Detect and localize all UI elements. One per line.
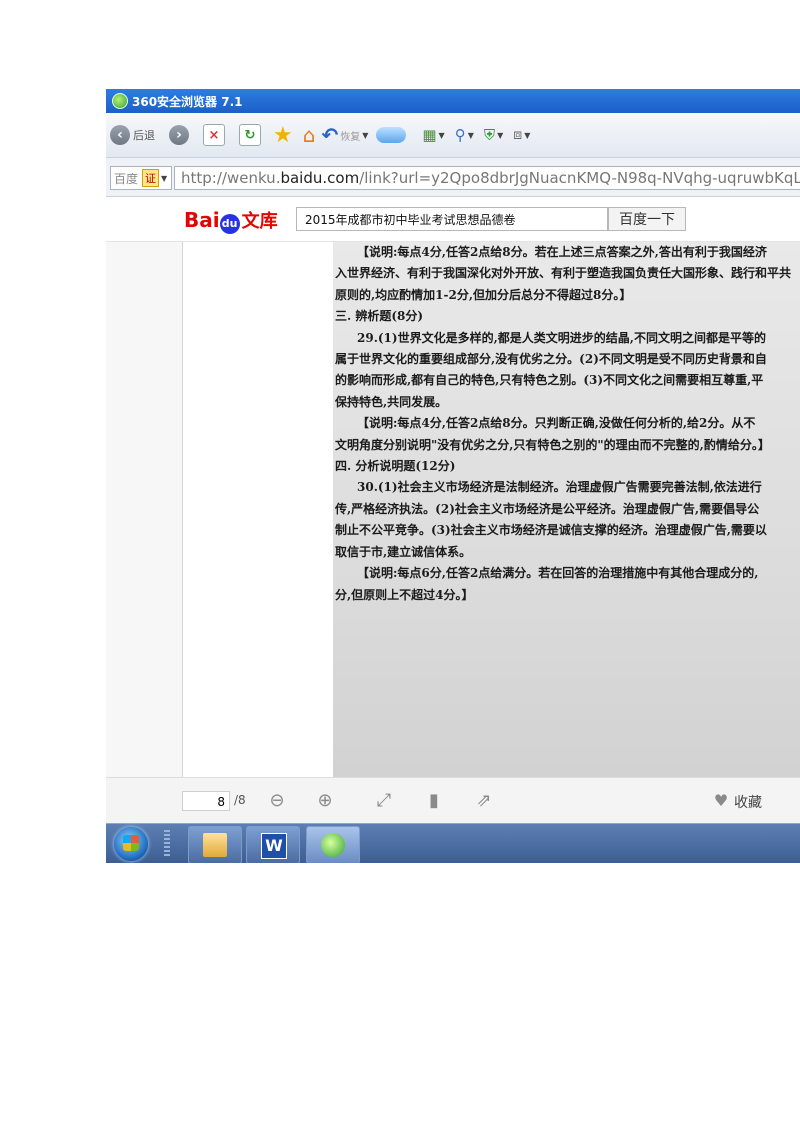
shield-icon: ⛨: [483, 126, 496, 144]
browser-screenshot: 360安全浏览器 7.1 ‹ 后退 › × ↻ ★ ⌂ ↶ 恢复 ▼ ▦ ▼ ⚲…: [106, 89, 800, 863]
back-label: 后退: [133, 129, 155, 142]
page-left-blank: [183, 242, 333, 777]
zoom-out-icon[interactable]: ⊖: [266, 790, 288, 812]
wenku-search-input[interactable]: 2015年成都市初中毕业考试思想品德卷: [296, 207, 608, 231]
start-button[interactable]: [114, 827, 148, 861]
browser-logo-icon: [112, 93, 128, 109]
taskbar-grip: [164, 830, 170, 858]
star-icon: ★: [273, 122, 293, 148]
document-line: 分,但原则上不超过4分。】: [335, 587, 474, 602]
page-number-input[interactable]: 8: [182, 791, 230, 811]
refresh-icon: ↻: [239, 124, 261, 146]
security-button[interactable]: ⛨ ▼: [484, 121, 503, 149]
browser-360-icon: [321, 833, 345, 857]
back-arrow-icon: ‹: [110, 125, 130, 145]
document-viewer: 【说明:每点4分,任答2点给8分。若在上述三点答案之外,答出有利于我国经济入世界…: [106, 242, 800, 777]
document-line: 四. 分析说明题(12分): [335, 459, 456, 474]
site-identity-dropdown-icon: ▼: [161, 173, 168, 183]
scanned-document-page: 【说明:每点4分,任答2点给8分。若在上述三点答案之外,答出有利于我国经济入世界…: [333, 242, 800, 777]
security-dropdown-icon: ▼: [497, 130, 504, 140]
url-input[interactable]: http://wenku.baidu.com/link?url=y2Qpo8db…: [174, 166, 800, 190]
zoom-in-icon[interactable]: ⊕: [314, 790, 336, 812]
taskbar-wps-writer[interactable]: W: [246, 826, 300, 863]
apps-button[interactable]: ▦ ▼: [422, 121, 444, 149]
browser-toolbar: ‹ 后退 › × ↻ ★ ⌂ ↶ 恢复 ▼ ▦ ▼ ⚲ ▼ ⛨ ▼ ⧈ ▼: [106, 113, 800, 158]
document-line: 制止不公平竞争。(3)社会主义市场经济是诚信支撑的经济。治理虚假广告,需要以: [335, 523, 767, 538]
search-icon: ⚲: [454, 126, 466, 144]
url-host: baidu.com: [280, 169, 360, 187]
address-bar: 百度 证 ▼ http://wenku.baidu.com/link?url=y…: [106, 158, 800, 197]
screenshot-dropdown-icon: ▼: [524, 130, 531, 140]
document-line: 【说明:每点6分,任答2点给满分。若在回答的治理措施中有其他合理成分的,: [357, 566, 759, 581]
document-line: 属于世界文化的重要组成部分,没有优劣之分。(2)不同文明是受不同历史背景和自: [335, 352, 767, 367]
document-line: 保持特色,共同发展。: [335, 394, 448, 409]
share-icon[interactable]: ⇗: [473, 790, 495, 812]
restore-dropdown-icon: ▼: [362, 130, 369, 140]
heart-icon[interactable]: ♥: [710, 790, 732, 812]
logo-bai: Bai: [184, 208, 220, 232]
bookmark-icon[interactable]: ▮: [423, 790, 445, 812]
document-line: 三. 辨析题(8分): [335, 309, 424, 324]
left-margin-pane: [106, 242, 183, 777]
baidu-wenku-header: Bai du 文库 2015年成都市初中毕业考试思想品德卷 百度一下: [106, 197, 800, 242]
document-line: 29.(1)世界文化是多样的,都是人类文明进步的结晶,不同文明之间都是平等的: [357, 330, 766, 345]
cloud-button[interactable]: [376, 121, 407, 149]
site-identity[interactable]: 百度 证 ▼: [110, 166, 172, 190]
folder-icon: [203, 833, 227, 857]
document-line: 30.(1)社会主义市场经济是法制经济。治理虚假广告需要完善法制,依法进行: [357, 480, 762, 495]
baidu-search-button[interactable]: 百度一下: [608, 207, 686, 231]
forward-button[interactable]: ›: [169, 121, 189, 149]
document-line: 的影响而形成,都有自己的特色,只有特色之别。(3)不同文化之间需要相互尊重,平: [335, 373, 764, 388]
document-line: 传,严格经济执法。(2)社会主义市场经济是公平经济。治理虚假广告,需要倡导公: [335, 501, 760, 516]
favorites-button[interactable]: ★: [273, 121, 293, 149]
viewer-toolbar: 8 /8 ⊖ ⊕ ⤢ ▮ ⇗ ♥ 收藏: [106, 777, 800, 824]
logo-du: du: [219, 214, 240, 234]
url-path: /link?url=y2Qpo8dbrJgNuacnKMQ-N98q-NVqhg…: [359, 169, 800, 187]
browser-title-bar: 360安全浏览器 7.1: [106, 89, 800, 113]
browser-title: 360安全浏览器 7.1: [132, 94, 243, 109]
document-line: 【说明:每点4分,任答2点给8分。只判断正确,没做任何分析的,给2分。从不: [357, 416, 756, 431]
stop-button[interactable]: ×: [203, 121, 225, 149]
page-total: /8: [234, 793, 246, 807]
undo-icon: ↶: [321, 123, 339, 147]
home-button[interactable]: ⌂: [303, 121, 316, 149]
apps-dropdown-icon: ▼: [438, 130, 445, 140]
taskbar-explorer[interactable]: [188, 826, 242, 863]
document-line: 入世界经济、有利于我国深化对外开放、有利于塑造我国负责任大国形象、践行和平共: [335, 266, 792, 281]
forward-arrow-icon: ›: [169, 125, 189, 145]
wps-writer-icon: W: [261, 833, 287, 859]
restore-label: 恢复: [340, 131, 361, 143]
document-line: 【说明:每点4分,任答2点给8分。若在上述三点答案之外,答出有利于我国经济: [357, 245, 767, 259]
stop-icon: ×: [203, 124, 225, 146]
document-line: 原则的,均应酌情加1-2分,但加分后总分不得超过8分。】: [335, 287, 632, 302]
baidu-wenku-logo[interactable]: Bai du 文库: [184, 207, 278, 234]
home-icon: ⌂: [302, 123, 316, 147]
document-line: 取信于市,建立诚信体系。: [335, 544, 472, 559]
url-prefix: http://wenku.: [181, 169, 281, 187]
search-tool-button[interactable]: ⚲ ▼: [455, 121, 474, 149]
restore-button[interactable]: ↶ 恢复 ▼: [321, 121, 368, 149]
logo-wenku: 文库: [241, 211, 278, 232]
windows-logo-icon: [123, 835, 139, 851]
document-line: 文明角度分别说明"没有优劣之分,只有特色之别的"的理由而不完整的,酌情给分。】: [335, 437, 770, 452]
screenshot-icon: ⧈: [513, 127, 523, 143]
fullscreen-icon[interactable]: ⤢: [373, 790, 395, 812]
collect-label[interactable]: 收藏: [734, 792, 762, 812]
windows-taskbar: W: [106, 823, 800, 863]
screenshot-button[interactable]: ⧈ ▼: [513, 121, 530, 149]
search-tool-dropdown-icon: ▼: [467, 130, 474, 140]
cloud-icon: [376, 127, 407, 143]
taskbar-360-browser[interactable]: [306, 826, 360, 863]
refresh-button[interactable]: ↻: [239, 121, 261, 149]
apps-grid-icon: ▦: [422, 126, 437, 144]
site-name: 百度: [114, 171, 139, 186]
certificate-badge[interactable]: 证: [142, 169, 160, 187]
back-button[interactable]: ‹ 后退: [110, 121, 155, 149]
